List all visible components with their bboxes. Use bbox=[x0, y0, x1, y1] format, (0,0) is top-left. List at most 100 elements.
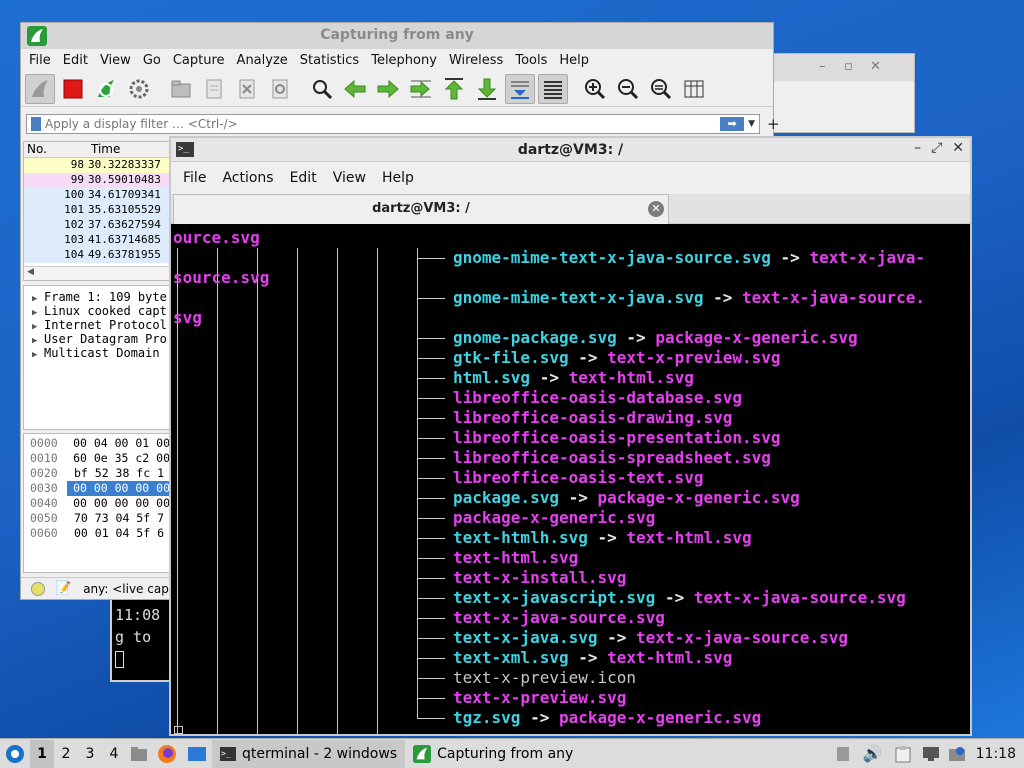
detail-tree-item[interactable]: ▶ Linux cooked capt bbox=[24, 304, 170, 318]
scroll-left-icon[interactable]: ◀ bbox=[27, 267, 34, 277]
close-icon[interactable]: ✕ bbox=[952, 140, 964, 156]
show-desktop-button[interactable] bbox=[182, 739, 212, 768]
save-file-button[interactable] bbox=[199, 74, 229, 104]
filter-dropdown-icon[interactable]: ▼ bbox=[748, 119, 755, 129]
menu-capture[interactable]: Capture bbox=[167, 53, 231, 68]
expand-arrow-icon[interactable]: ▶ bbox=[32, 322, 44, 332]
restart-capture-button[interactable] bbox=[91, 74, 121, 104]
firefox-launcher[interactable] bbox=[152, 739, 182, 768]
menu-help[interactable]: Help bbox=[553, 53, 595, 68]
clipboard-shape-icon bbox=[895, 745, 911, 762]
first-packet-button[interactable] bbox=[439, 74, 469, 104]
menu-wireless[interactable]: Wireless bbox=[443, 53, 509, 68]
update-icon[interactable] bbox=[944, 739, 970, 768]
file-manager-launcher[interactable] bbox=[126, 739, 152, 768]
qterminal-titlebar[interactable]: >_ dartz@VM3: / – ⤢ ✕ bbox=[171, 138, 970, 162]
find-packet-button[interactable] bbox=[307, 74, 337, 104]
menu-edit[interactable]: Edit bbox=[282, 170, 325, 186]
task-wireshark[interactable]: Capturing from any bbox=[405, 740, 581, 768]
table-row[interactable]: 101 35.63105529 bbox=[24, 203, 170, 218]
autoscroll-button[interactable] bbox=[505, 73, 535, 104]
menu-go[interactable]: Go bbox=[137, 53, 167, 68]
table-row[interactable]: 98 30.32283337 bbox=[24, 158, 170, 173]
menu-file[interactable]: File bbox=[175, 170, 214, 186]
tray-notification[interactable] bbox=[828, 739, 858, 768]
tab-terminal[interactable]: dartz@VM3: / ✕ bbox=[173, 194, 669, 224]
start-capture-button[interactable] bbox=[25, 73, 55, 104]
capture-comment-icon[interactable]: 📝 bbox=[55, 581, 71, 596]
go-back-button[interactable] bbox=[340, 74, 370, 104]
menu-edit[interactable]: Edit bbox=[57, 53, 94, 68]
volume-icon[interactable]: 🔊 bbox=[858, 739, 888, 768]
expert-info-icon[interactable] bbox=[31, 581, 45, 596]
menu-analyze[interactable]: Analyze bbox=[231, 53, 294, 68]
detail-tree-item[interactable]: ▶ User Datagram Pro bbox=[24, 332, 170, 346]
workspace-1[interactable]: 1 bbox=[30, 739, 54, 768]
workspace-4[interactable]: 4 bbox=[102, 740, 126, 768]
display-filter-input[interactable] bbox=[41, 117, 721, 131]
detail-tree-item[interactable]: ▶ Multicast Domain bbox=[24, 346, 170, 360]
close-icon[interactable]: ✕ bbox=[870, 59, 881, 74]
zoom-in-button[interactable] bbox=[580, 74, 610, 104]
bytes-row[interactable]: 0000 00 04 00 01 00 bbox=[24, 436, 170, 451]
clock[interactable]: 11:18 bbox=[970, 739, 1024, 768]
maximize-icon[interactable]: ⤢ bbox=[931, 140, 942, 156]
go-to-packet-button[interactable] bbox=[406, 74, 436, 104]
menu-tools[interactable]: Tools bbox=[509, 53, 553, 68]
terminal-output[interactable]: ource.svg gnome-mime-text-x-java-source.s… bbox=[173, 228, 968, 734]
expand-arrow-icon[interactable]: ▶ bbox=[32, 336, 44, 346]
normal-size-button[interactable] bbox=[646, 74, 676, 104]
expand-arrow-icon[interactable]: ▶ bbox=[32, 350, 44, 360]
bytes-row[interactable]: 0050 70 73 04 5f 7 bbox=[24, 511, 170, 526]
detail-label: Multicast Domain bbox=[44, 346, 160, 360]
bookmark-icon[interactable] bbox=[31, 117, 41, 131]
colorize-button[interactable] bbox=[538, 73, 568, 104]
table-row[interactable]: 102 37.63627594 bbox=[24, 218, 170, 233]
menu-statistics[interactable]: Statistics bbox=[294, 53, 365, 68]
detail-tree-item[interactable]: ▶ Internet Protocol bbox=[24, 318, 170, 332]
table-row[interactable]: 104 49.63781955 bbox=[24, 248, 170, 263]
column-header-no[interactable]: No. bbox=[24, 142, 88, 157]
expand-arrow-icon[interactable]: ▶ bbox=[32, 308, 44, 318]
bytes-row[interactable]: 0030 00 00 00 00 00 bbox=[24, 481, 170, 496]
menu-file[interactable]: File bbox=[23, 53, 57, 68]
detail-tree-item[interactable]: ▶ Frame 1: 109 byte bbox=[24, 290, 170, 304]
menu-view[interactable]: View bbox=[325, 170, 374, 186]
table-row[interactable]: 103 41.63714685 bbox=[24, 233, 170, 248]
menu-help[interactable]: Help bbox=[374, 170, 422, 186]
close-file-button[interactable] bbox=[232, 74, 262, 104]
bytes-row[interactable]: 0060 00 01 04 5f 6 bbox=[24, 526, 170, 541]
resize-columns-button[interactable] bbox=[679, 74, 709, 104]
menu-view[interactable]: View bbox=[94, 53, 137, 68]
workspace-2[interactable]: 2 bbox=[54, 740, 78, 768]
maximize-icon[interactable]: ▫ bbox=[844, 59, 853, 74]
expand-arrow-icon[interactable]: ▶ bbox=[32, 294, 44, 304]
bytes-row[interactable]: 0040 00 00 00 00 00 bbox=[24, 496, 170, 511]
menu-telephony[interactable]: Telephony bbox=[365, 53, 443, 68]
minimize-icon[interactable]: – bbox=[819, 59, 826, 74]
apply-filter-arrow-icon[interactable]: ➡ bbox=[720, 117, 745, 131]
task-qterminal[interactable]: >_ qterminal - 2 windows bbox=[212, 739, 406, 768]
column-header-time[interactable]: Time bbox=[88, 142, 120, 157]
bytes-row[interactable]: 0010 60 0e 35 c2 00 bbox=[24, 451, 170, 466]
table-row[interactable]: 99 30.59010483 bbox=[24, 173, 170, 188]
start-menu-button[interactable] bbox=[0, 739, 30, 768]
bytes-row[interactable]: 0020 bf 52 38 fc 1 bbox=[24, 466, 170, 481]
menu-actions[interactable]: Actions bbox=[214, 170, 281, 186]
zoom-out-button[interactable] bbox=[613, 74, 643, 104]
open-file-button[interactable] bbox=[166, 74, 196, 104]
wireshark-titlebar[interactable]: Capturing from any bbox=[21, 23, 773, 49]
last-packet-button[interactable] bbox=[472, 74, 502, 104]
stop-capture-button[interactable] bbox=[58, 74, 88, 104]
network-icon[interactable] bbox=[918, 739, 944, 768]
clipboard-icon[interactable] bbox=[888, 739, 918, 768]
workspace-3[interactable]: 3 bbox=[78, 740, 102, 768]
add-filter-button-icon[interactable]: + bbox=[767, 115, 780, 133]
minimize-icon[interactable]: – bbox=[914, 140, 921, 156]
close-tab-icon[interactable]: ✕ bbox=[648, 201, 664, 217]
go-forward-button[interactable] bbox=[373, 74, 403, 104]
capture-options-button[interactable] bbox=[124, 74, 154, 104]
horizontal-scrollbar[interactable]: ◀ bbox=[24, 266, 170, 280]
table-row[interactable]: 100 34.61709341 bbox=[24, 188, 170, 203]
reload-button[interactable] bbox=[265, 74, 295, 104]
